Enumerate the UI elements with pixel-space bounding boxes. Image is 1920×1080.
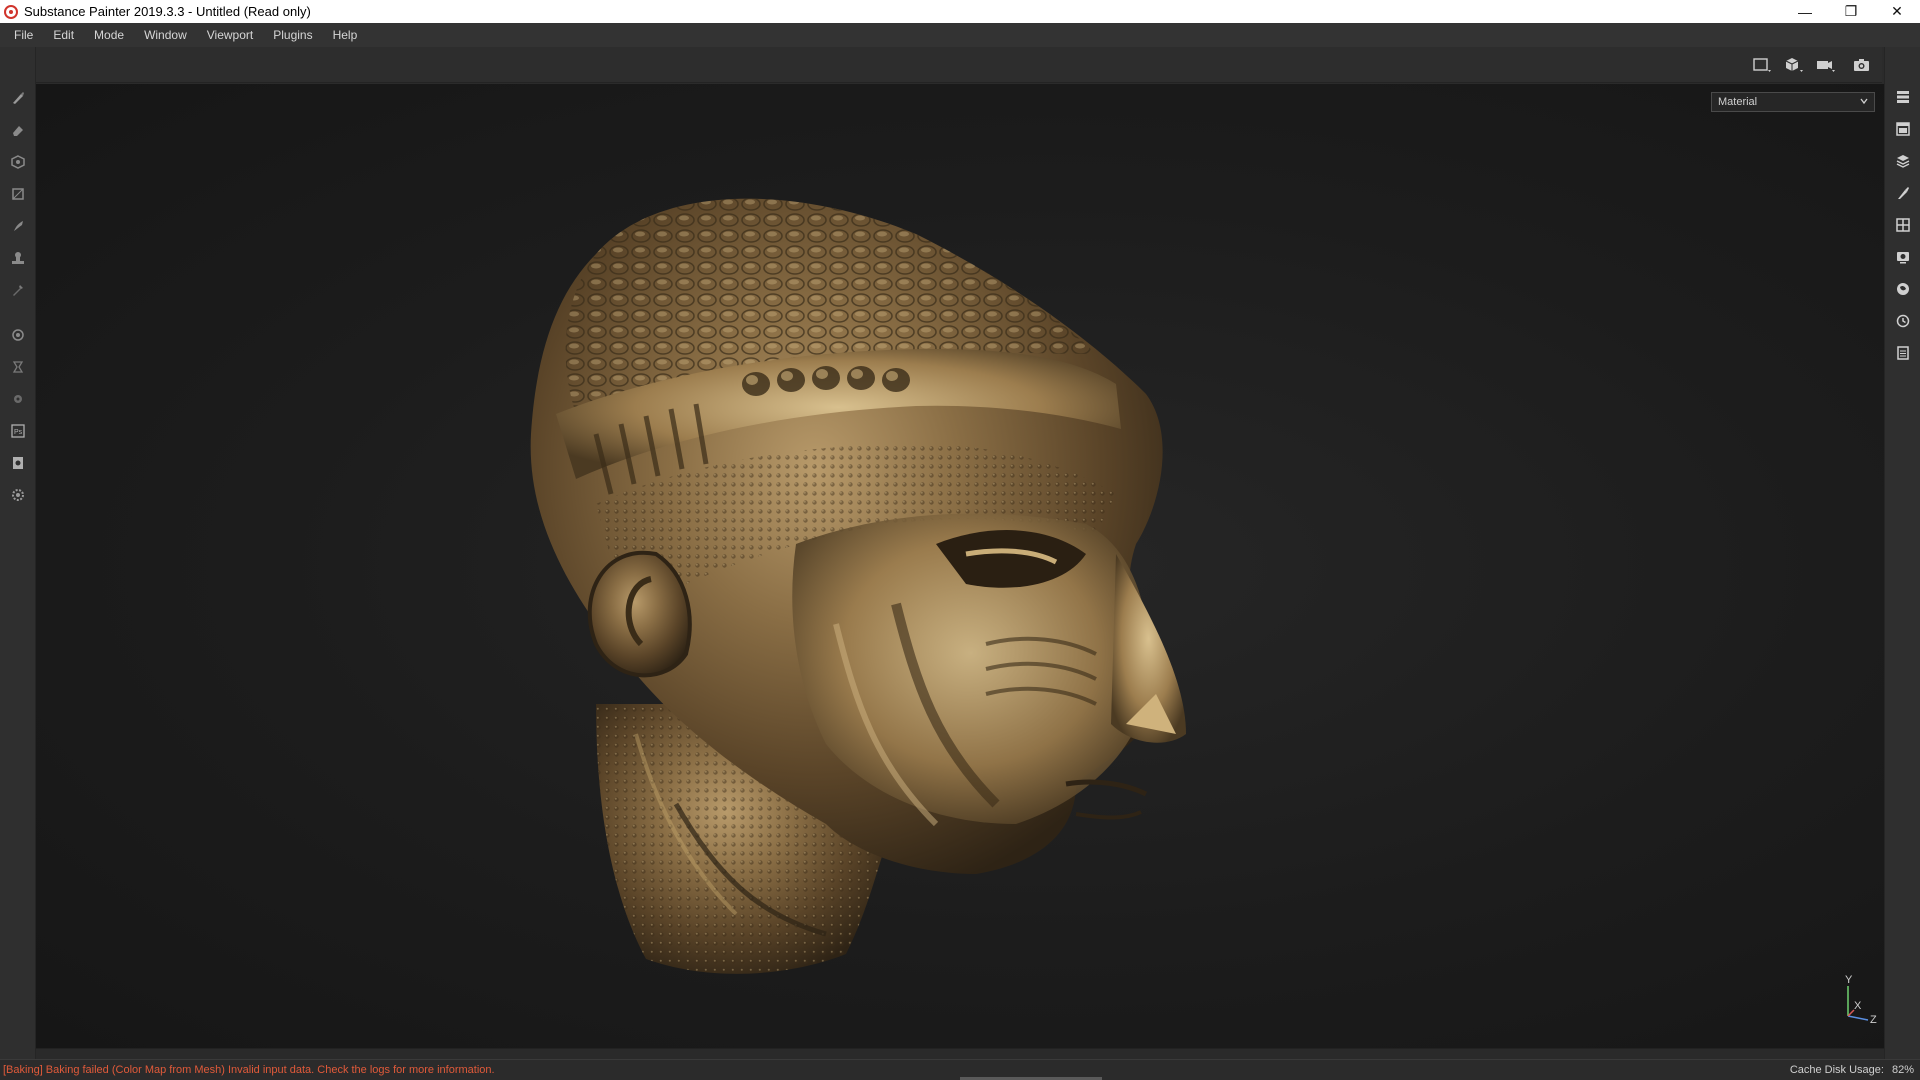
settings-icon[interactable]: [5, 482, 31, 508]
polygon-fill-icon[interactable]: [5, 181, 31, 207]
export-icon[interactable]: [5, 450, 31, 476]
camera-icon[interactable]: [1812, 53, 1840, 77]
uv-grid-icon[interactable]: [1890, 212, 1916, 238]
title-bar: Substance Painter 2019.3.3 - Untitled (R…: [0, 0, 1920, 23]
photoshop-export-icon[interactable]: Ps: [5, 418, 31, 444]
channel-select-value: Material: [1718, 96, 1758, 108]
history-icon[interactable]: [1890, 308, 1916, 334]
axis-y-label: Y: [1845, 974, 1853, 986]
right-toolbar: [1884, 47, 1920, 1059]
iray-icon[interactable]: [5, 354, 31, 380]
menu-viewport[interactable]: Viewport: [197, 23, 263, 47]
channel-select[interactable]: Material: [1711, 92, 1875, 112]
shelf-icon[interactable]: [1890, 276, 1916, 302]
close-button[interactable]: ✕: [1874, 0, 1920, 23]
layers-list-icon[interactable]: [1890, 84, 1916, 110]
eraser-icon[interactable]: [5, 117, 31, 143]
clone-stamp-icon[interactable]: [5, 245, 31, 271]
chevron-down-icon: [1859, 96, 1869, 106]
viewport-bottom-bar: [36, 1048, 1884, 1059]
menu-plugins[interactable]: Plugins: [263, 23, 322, 47]
svg-text:Ps: Ps: [14, 429, 23, 436]
layer-stack-icon[interactable]: [1890, 148, 1916, 174]
minimize-button[interactable]: —: [1782, 0, 1828, 23]
menu-bar: File Edit Mode Window Viewport Plugins H…: [0, 23, 1920, 47]
smudge-icon[interactable]: [5, 213, 31, 239]
cache-disk-usage-label: Cache Disk Usage:: [1789, 1064, 1884, 1076]
3d-viewport[interactable]: [36, 84, 1884, 1048]
menu-edit[interactable]: Edit: [43, 23, 84, 47]
texture-set-icon[interactable]: [1890, 116, 1916, 142]
log-icon[interactable]: [1890, 340, 1916, 366]
viewport-toolbar: [36, 47, 1882, 83]
menu-window[interactable]: Window: [134, 23, 197, 47]
status-message[interactable]: [Baking] Baking failed (Color Map from M…: [0, 1064, 1790, 1076]
properties-brush-icon[interactable]: [1890, 180, 1916, 206]
bake-icon[interactable]: [5, 322, 31, 348]
cache-disk-usage-value: 82%: [1891, 1064, 1914, 1076]
menu-file[interactable]: File: [4, 23, 43, 47]
left-toolbar: Ps: [0, 47, 36, 1059]
menu-help[interactable]: Help: [323, 23, 368, 47]
display-settings-icon[interactable]: [1890, 244, 1916, 270]
menu-mode[interactable]: Mode: [84, 23, 134, 47]
axis-z-label: Z: [1870, 1014, 1877, 1026]
screenshot-icon[interactable]: [1848, 53, 1876, 77]
axis-gizmo: Y X Z: [1838, 974, 1884, 1026]
color-picker-icon[interactable]: [5, 277, 31, 303]
window-title: Substance Painter 2019.3.3 - Untitled (R…: [24, 4, 311, 19]
bronze-head-sculpture: [530, 198, 1186, 974]
axis-x-label: X: [1854, 1000, 1862, 1012]
mesh-display-icon[interactable]: [1780, 53, 1808, 77]
paint-brush-icon[interactable]: [5, 85, 31, 111]
app-logo-icon: [4, 4, 18, 19]
restore-button[interactable]: ❐: [1828, 0, 1874, 23]
substance-icon[interactable]: [5, 386, 31, 412]
projection-icon[interactable]: [5, 149, 31, 175]
viewport-2d-3d-icon[interactable]: [1748, 53, 1776, 77]
